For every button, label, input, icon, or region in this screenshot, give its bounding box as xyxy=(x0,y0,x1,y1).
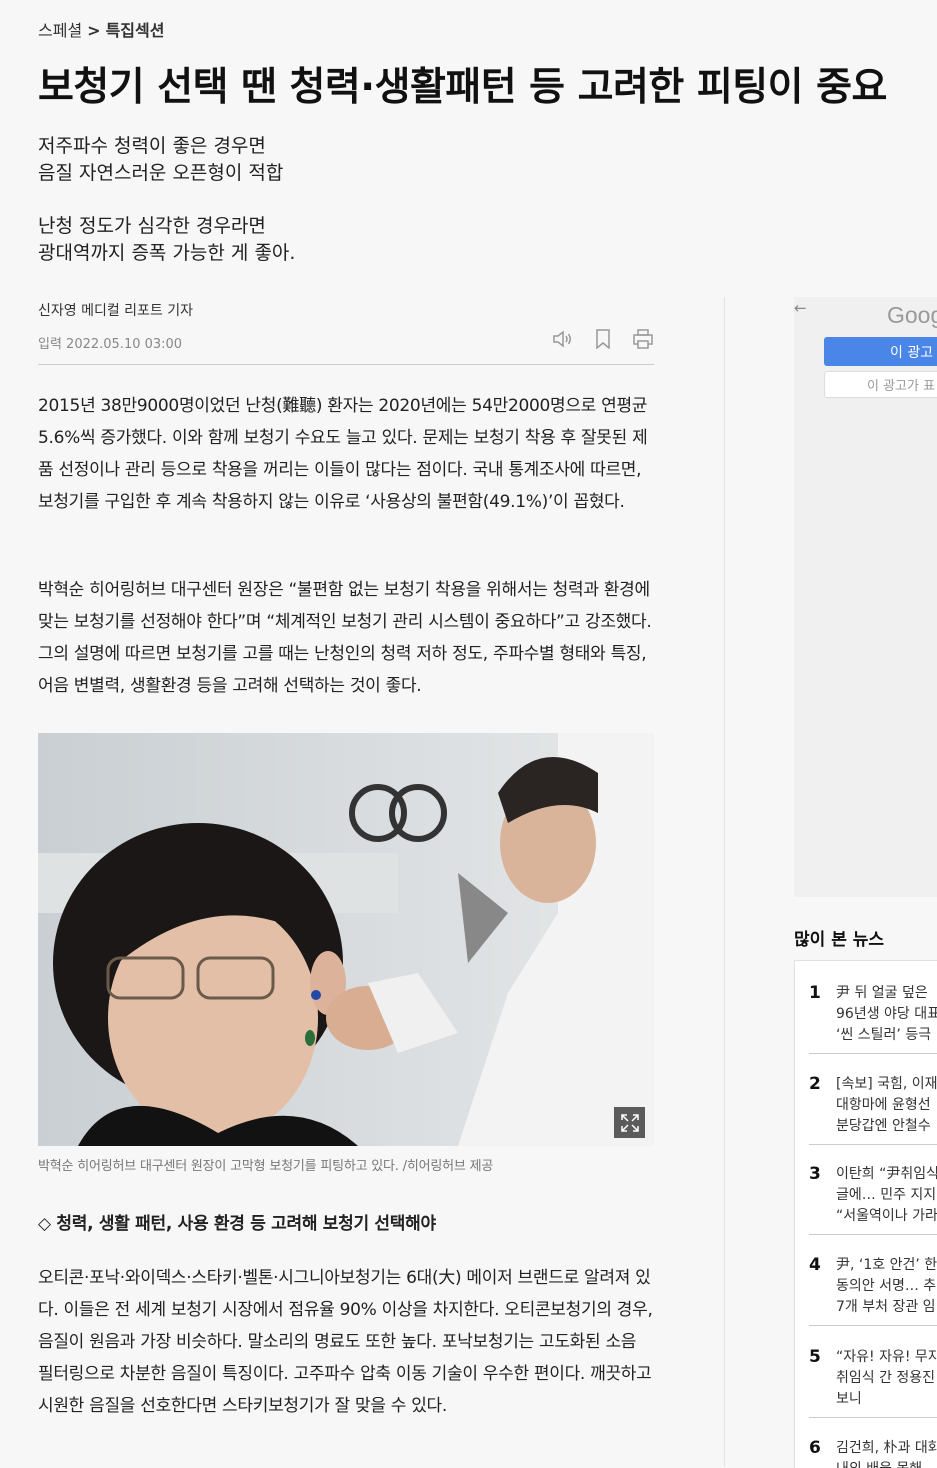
popular-headline[interactable]: 尹, ‘1호 안건’ 한 동의안 서명… 추 7개 부처 장관 임 xyxy=(836,1255,937,1318)
author-name[interactable]: 신자영 메디컬 리포트 기자 xyxy=(38,300,654,320)
popular-news-item[interactable]: 6 김건희, 朴과 대화 내외 배웅 못해 xyxy=(809,1438,937,1468)
popular-rank: 5 xyxy=(809,1347,821,1367)
ad-why-button[interactable]: 이 광고가 표 xyxy=(824,371,937,398)
subheadline-1: 저주파수 청력이 좋은 경우면 음질 자연스러운 오픈형이 적합 xyxy=(38,135,284,184)
expand-photo-button[interactable] xyxy=(614,1107,645,1138)
speaker-icon[interactable] xyxy=(552,328,574,350)
ad-stop-button[interactable]: 이 광고 xyxy=(824,337,937,366)
column-divider xyxy=(724,297,725,1467)
popular-rank: 3 xyxy=(809,1164,821,1184)
article-headline: 보청기 선택 땐 청력·생활패턴 등 고려한 피팅이 중요 xyxy=(38,65,887,110)
popular-headline[interactable]: 이탄희 “尹취임식 글에… 민주 지지 “서울역이나 가라 xyxy=(836,1164,937,1227)
subheadline-2: 난청 정도가 심각한 경우라면 광대역까지 증폭 가능한 게 좋아. xyxy=(38,215,296,264)
article-byline: 신자영 메디컬 리포트 기자 입력 2022.05.10 03:00 xyxy=(38,300,654,352)
popular-news-item[interactable]: 2 [속보] 국힘, 이재 대항마에 윤형선 분당갑엔 안철수 xyxy=(809,1074,937,1145)
photo-illustration xyxy=(38,733,654,1146)
breadcrumb-current-link[interactable]: 특집섹션 xyxy=(106,21,165,40)
popular-rank: 1 xyxy=(809,983,821,1003)
article-paragraph-2: 박혁순 히어링허브 대구센터 원장은 “불편함 없는 보청기 착용을 위해서는 … xyxy=(38,580,652,696)
popular-rank: 6 xyxy=(809,1438,821,1458)
ad-back-arrow-icon[interactable]: ← xyxy=(794,299,807,317)
popular-news-item[interactable]: 3 이탄희 “尹취임식 글에… 민주 지지 “서울역이나 가라 xyxy=(809,1164,937,1235)
section-heading: ◇ 청력, 생활 패턴, 사용 환경 등 고려해 보청기 선택해야 xyxy=(38,1214,436,1234)
article-photo[interactable] xyxy=(38,733,654,1146)
ad-logo: Goog xyxy=(887,302,937,328)
popular-news-item[interactable]: 1 尹 뒤 얼굴 덮은 96년생 야당 대표 ‘씬 스틸러’ 등극 xyxy=(809,983,937,1054)
breadcrumb-section-link[interactable]: 스페셜 xyxy=(38,21,82,40)
popular-rank: 4 xyxy=(809,1255,821,1275)
popular-headline[interactable]: [속보] 국힘, 이재 대항마에 윤형선 분당갑엔 안철수 xyxy=(836,1074,937,1137)
article-paragraph-1: 2015년 38만9000명이었던 난청(難聽) 환자는 2020년에는 54만… xyxy=(38,396,648,512)
sidebar-ad[interactable]: ← Goog 이 광고 이 광고가 표 xyxy=(794,297,937,897)
popular-headline[interactable]: 尹 뒤 얼굴 덮은 96년생 야당 대표 ‘씬 스틸러’ 등극 xyxy=(836,983,937,1046)
popular-news-item[interactable]: 5 “자유! 자유! 무지 취임식 간 정용진 보니 xyxy=(809,1347,937,1418)
popular-rank: 2 xyxy=(809,1074,821,1094)
popular-headline[interactable]: “자유! 자유! 무지 취임식 간 정용진 보니 xyxy=(836,1347,937,1410)
print-icon[interactable] xyxy=(632,328,654,350)
popular-news-list: 1 尹 뒤 얼굴 덮은 96년생 야당 대표 ‘씬 스틸러’ 등극 2 [속보]… xyxy=(794,960,937,1468)
popular-news-title: 많이 본 뉴스 xyxy=(794,930,885,950)
article-tools xyxy=(552,328,654,350)
breadcrumb-separator: > xyxy=(87,21,101,40)
bookmark-icon[interactable] xyxy=(592,328,614,350)
popular-news-item[interactable]: 4 尹, ‘1호 안건’ 한 동의안 서명… 추 7개 부처 장관 임 xyxy=(809,1255,937,1326)
article-subheadlines: 저주파수 청력이 좋은 경우면 음질 자연스러운 오픈형이 적합 난청 정도가 … xyxy=(38,133,295,293)
popular-headline[interactable]: 김건희, 朴과 대화 내외 배웅 못해 xyxy=(836,1438,937,1468)
photo-caption: 박혁순 히어링허브 대구센터 원장이 고막형 보청기를 피팅하고 있다. /히어… xyxy=(38,1159,494,1174)
expand-icon xyxy=(620,1113,639,1132)
breadcrumb: 스페셜 > 특집섹션 xyxy=(38,17,164,41)
byline-divider xyxy=(38,364,654,365)
article-paragraph-3: 오티콘·포낙·와이덱스·스타키·벨톤·시그니아보청기는 6대(大) 메이저 브랜… xyxy=(38,1268,653,1416)
